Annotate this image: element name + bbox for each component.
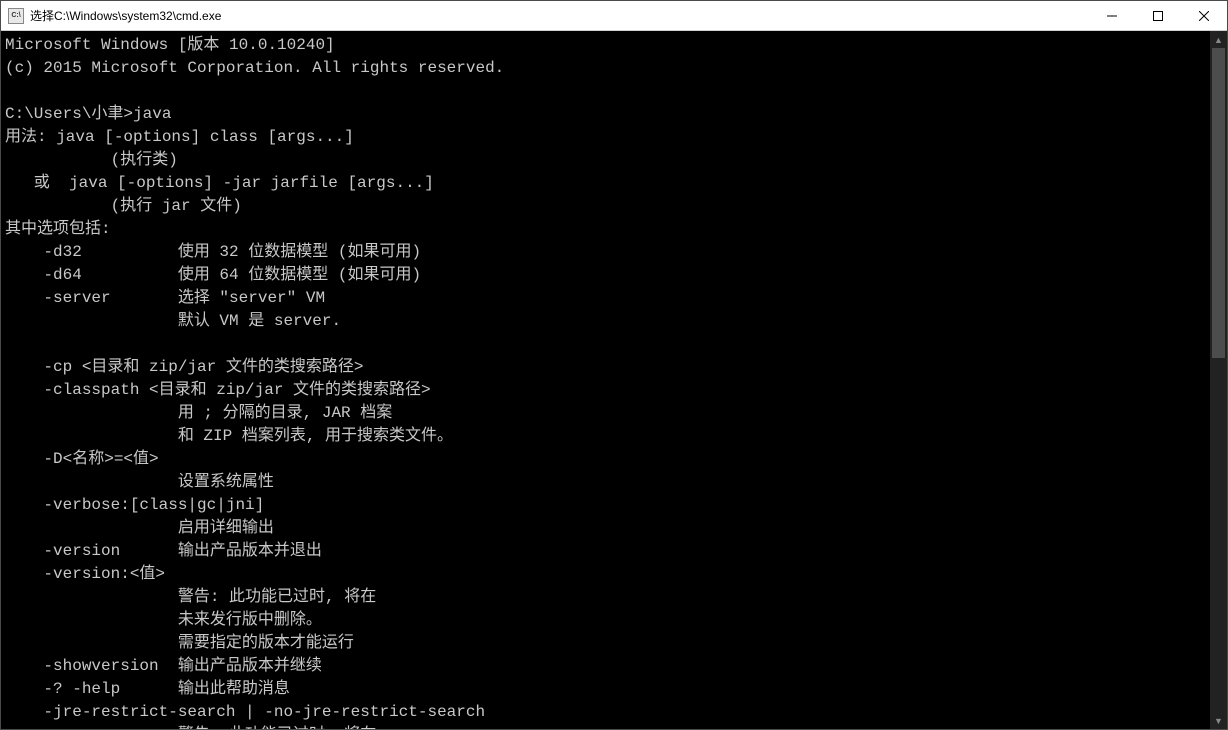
minimize-icon — [1107, 11, 1117, 21]
scroll-thumb[interactable] — [1212, 48, 1225, 358]
scroll-down-arrow-icon[interactable]: ▼ — [1210, 712, 1227, 729]
app-icon-label: C:\ — [11, 12, 20, 19]
close-icon — [1199, 11, 1209, 21]
terminal-output[interactable]: Microsoft Windows [版本 10.0.10240] (c) 20… — [1, 31, 1210, 729]
cmd-window: C:\ 选择C:\Windows\system32\cmd.exe Micros… — [0, 0, 1228, 730]
client-area: Microsoft Windows [版本 10.0.10240] (c) 20… — [1, 31, 1227, 729]
vertical-scrollbar[interactable]: ▲ ▼ — [1210, 31, 1227, 729]
maximize-icon — [1153, 11, 1163, 21]
app-icon: C:\ — [8, 8, 24, 24]
maximize-button[interactable] — [1135, 1, 1181, 30]
titlebar[interactable]: C:\ 选择C:\Windows\system32\cmd.exe — [1, 1, 1227, 31]
minimize-button[interactable] — [1089, 1, 1135, 30]
close-button[interactable] — [1181, 1, 1227, 30]
scroll-up-arrow-icon[interactable]: ▲ — [1210, 31, 1227, 48]
window-title: 选择C:\Windows\system32\cmd.exe — [30, 7, 221, 24]
